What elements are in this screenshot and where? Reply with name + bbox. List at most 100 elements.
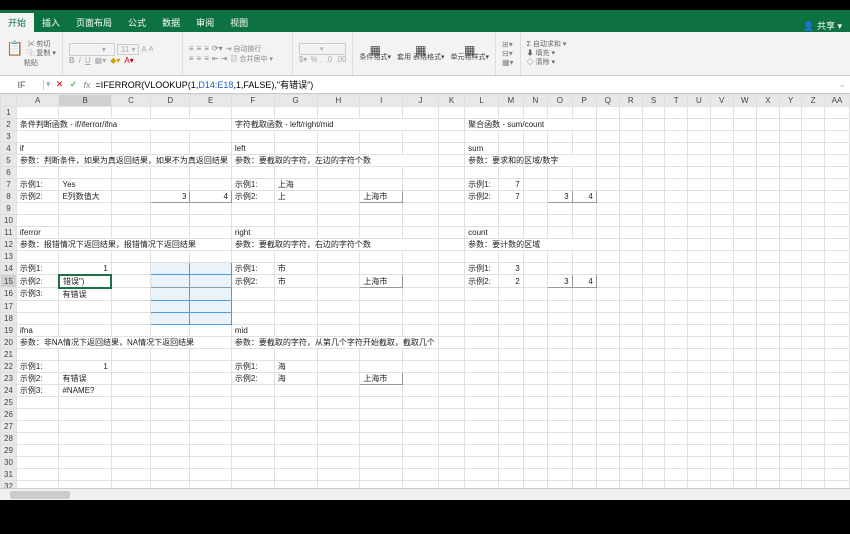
- cell[interactable]: [317, 167, 360, 179]
- cell[interactable]: [779, 215, 802, 227]
- cell[interactable]: [111, 203, 150, 215]
- cell[interactable]: [596, 336, 619, 348]
- col-header[interactable]: F: [231, 95, 274, 107]
- cell[interactable]: [523, 300, 547, 312]
- row-header[interactable]: 31: [1, 468, 17, 480]
- cell[interactable]: [548, 336, 573, 348]
- cell[interactable]: [779, 143, 802, 155]
- font-color-button[interactable]: A▾: [124, 56, 133, 65]
- cell[interactable]: [16, 215, 59, 227]
- comma-icon[interactable]: ,: [320, 55, 322, 64]
- cell[interactable]: [360, 251, 403, 263]
- tab-home[interactable]: 开始: [0, 13, 34, 32]
- cell[interactable]: [499, 167, 524, 179]
- cell[interactable]: [779, 468, 802, 480]
- cell[interactable]: [619, 372, 642, 384]
- cell[interactable]: [231, 468, 274, 480]
- wrap-text-button[interactable]: ⇥ 自动换行: [226, 44, 262, 54]
- cell[interactable]: [710, 456, 733, 468]
- cell[interactable]: [465, 456, 499, 468]
- cell[interactable]: [190, 167, 232, 179]
- cell[interactable]: [548, 396, 573, 408]
- cell[interactable]: [596, 288, 619, 301]
- cell[interactable]: [687, 384, 710, 396]
- cell[interactable]: [499, 384, 524, 396]
- cell[interactable]: [733, 348, 757, 360]
- cell[interactable]: [710, 155, 733, 167]
- cell[interactable]: [403, 312, 439, 324]
- cell[interactable]: [190, 468, 232, 480]
- cell[interactable]: 示例3:: [16, 384, 59, 396]
- cell[interactable]: [465, 336, 499, 348]
- cell[interactable]: [596, 324, 619, 336]
- cell[interactable]: [687, 155, 710, 167]
- cell[interactable]: [360, 143, 403, 155]
- cell[interactable]: [111, 420, 150, 432]
- cell[interactable]: [687, 396, 710, 408]
- cell[interactable]: [824, 420, 849, 432]
- cell[interactable]: [802, 167, 825, 179]
- bold-button[interactable]: B: [69, 56, 75, 65]
- cell[interactable]: [642, 191, 665, 203]
- cell[interactable]: [274, 131, 317, 143]
- cell[interactable]: [59, 324, 111, 336]
- indent-icon[interactable]: ⇤ ⇥: [212, 54, 228, 64]
- cell[interactable]: [231, 348, 274, 360]
- cell[interactable]: [190, 480, 232, 488]
- cell[interactable]: [572, 179, 596, 191]
- cell[interactable]: [499, 372, 524, 384]
- cell[interactable]: [596, 119, 619, 131]
- cell[interactable]: [59, 300, 111, 312]
- cell[interactable]: [710, 420, 733, 432]
- col-header[interactable]: J: [403, 95, 439, 107]
- cell[interactable]: [403, 227, 439, 239]
- cell[interactable]: 示例3:: [16, 288, 59, 301]
- cell[interactable]: [665, 239, 688, 251]
- cell[interactable]: [438, 372, 464, 384]
- cell[interactable]: [499, 456, 524, 468]
- cell[interactable]: [231, 288, 274, 301]
- cell[interactable]: [665, 396, 688, 408]
- cell[interactable]: [499, 420, 524, 432]
- cell[interactable]: [231, 456, 274, 468]
- cell[interactable]: right: [231, 227, 274, 239]
- cell[interactable]: [757, 275, 780, 288]
- cell[interactable]: [548, 288, 573, 301]
- cell[interactable]: [548, 444, 573, 456]
- row-header[interactable]: 25: [1, 396, 17, 408]
- cell[interactable]: [59, 215, 111, 227]
- row-header[interactable]: 30: [1, 456, 17, 468]
- cell[interactable]: [665, 143, 688, 155]
- cell[interactable]: [710, 336, 733, 348]
- cell[interactable]: [438, 143, 464, 155]
- cell[interactable]: [757, 408, 780, 420]
- cell[interactable]: [824, 432, 849, 444]
- cell[interactable]: [151, 300, 190, 312]
- cell[interactable]: [499, 408, 524, 420]
- cell[interactable]: 示例1:: [465, 263, 499, 275]
- cell[interactable]: [523, 336, 547, 348]
- cell[interactable]: [733, 143, 757, 155]
- cell[interactable]: [59, 107, 111, 119]
- cell[interactable]: [757, 312, 780, 324]
- cell[interactable]: [619, 288, 642, 301]
- align-mid-icon[interactable]: ≡: [197, 44, 202, 54]
- cell[interactable]: [687, 288, 710, 301]
- cell[interactable]: 聚合函数 - sum/count: [465, 119, 597, 131]
- cell[interactable]: [665, 191, 688, 203]
- cell[interactable]: [619, 384, 642, 396]
- cell[interactable]: [317, 468, 360, 480]
- cell[interactable]: 3: [548, 275, 573, 288]
- cell[interactable]: [710, 288, 733, 301]
- italic-button[interactable]: I: [79, 56, 81, 65]
- cell[interactable]: [151, 372, 190, 384]
- cell[interactable]: [438, 288, 464, 301]
- cell[interactable]: [642, 227, 665, 239]
- cell[interactable]: [824, 456, 849, 468]
- cell[interactable]: [403, 432, 439, 444]
- cell[interactable]: [596, 360, 619, 372]
- cell[interactable]: [779, 336, 802, 348]
- cell[interactable]: [710, 312, 733, 324]
- cell[interactable]: [360, 300, 403, 312]
- cell[interactable]: [824, 167, 849, 179]
